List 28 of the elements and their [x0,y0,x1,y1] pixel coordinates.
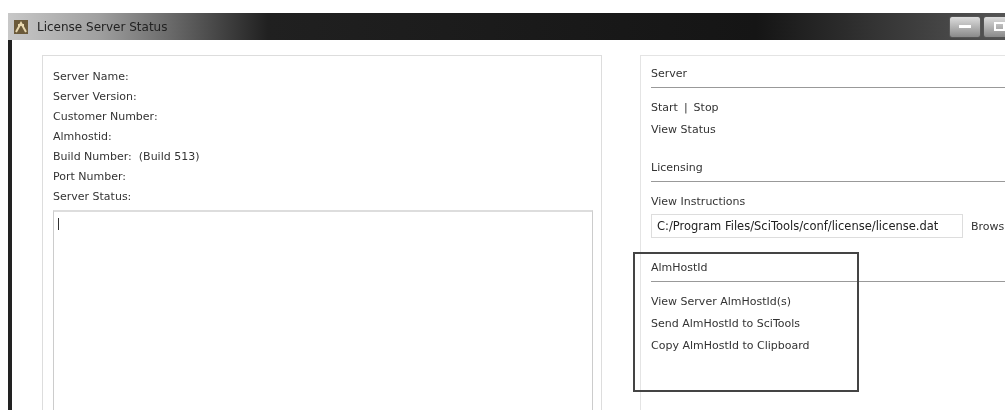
text-cursor [58,218,59,230]
info-label: Port Number: [53,169,126,183]
info-value: (Build 513) [138,149,200,163]
section-heading: Server [651,66,1005,88]
almhostid-link[interactable]: View Server AlmHostId(s) [651,294,792,308]
maximize-button[interactable] [983,15,1005,38]
stop-link[interactable]: Stop [693,100,719,114]
start-link[interactable]: Start [651,100,678,114]
info-label: Server Status: [53,189,132,203]
browse-button[interactable]: Brows [971,219,1005,233]
minimize-button[interactable] [949,15,981,38]
separator: | [683,100,688,114]
license-path-field[interactable]: C:/Program Files/SciTools/conf/license/license.dat [651,214,963,238]
info-label: Customer Number: [53,109,158,123]
section-heading: Licensing [651,160,1005,182]
minimize-icon [959,24,971,29]
view-status-link[interactable]: View Status [651,122,716,136]
info-label: Build Number: [53,149,132,163]
info-label: Server Version: [53,89,137,103]
view-instructions-link[interactable]: View Instructions [651,194,746,208]
app-icon [13,18,29,35]
info-label: Server Name: [53,69,129,83]
almhostid-link[interactable]: Copy AlmHostId to Clipboard [651,338,810,352]
section-heading: AlmHostId [651,260,1005,282]
window-title: License Server Status [37,19,168,34]
info-label: Almhostid: [53,129,112,143]
maximize-icon [993,22,1005,31]
almhostid-link[interactable]: Send AlmHostId to SciTools [651,316,800,330]
